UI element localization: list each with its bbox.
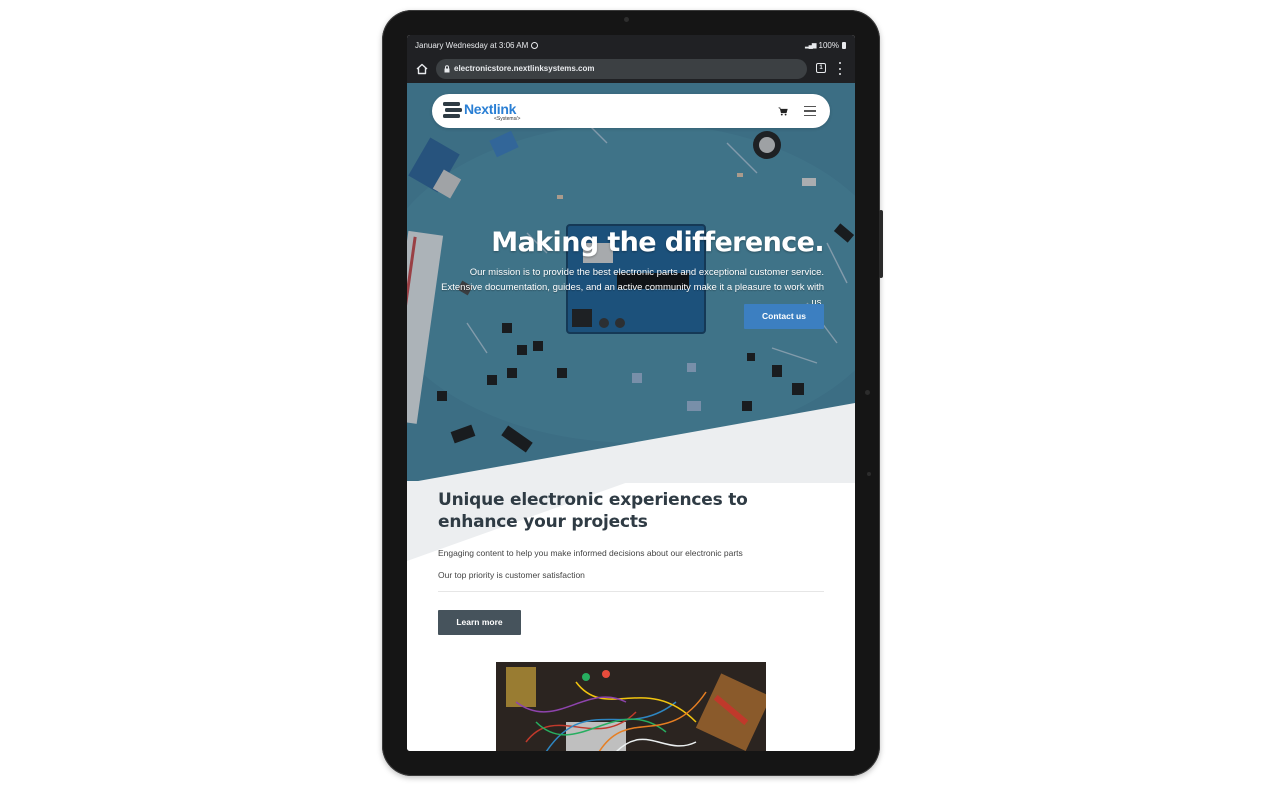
logo-wordmark[interactable]: Nextlink <box>464 101 516 117</box>
site-navbar: Nextlink <Systems/> <box>432 94 830 128</box>
home-icon[interactable] <box>415 62 429 76</box>
cart-icon[interactable] <box>778 107 788 116</box>
hero-section: Nextlink <Systems/> Making the differenc… <box>407 83 855 483</box>
logo-subtitle: <Systems/> <box>494 116 521 122</box>
tabs-count-icon[interactable]: 1 <box>816 63 826 73</box>
lock-icon <box>444 65 450 73</box>
notification-icon <box>531 42 539 49</box>
signal-icon: ▂▄▆ <box>805 43 817 49</box>
learn-more-button[interactable]: Learn more <box>438 610 521 635</box>
status-datetime: January Wednesday at 3:06 AM <box>415 41 529 50</box>
contact-us-button[interactable]: Contact us <box>744 304 824 329</box>
tablet-screen: January Wednesday at 3:06 AM ▂▄▆ 100% el… <box>407 35 855 751</box>
web-page: Nextlink <Systems/> Making the differenc… <box>407 83 855 751</box>
front-camera <box>624 17 629 22</box>
hero-title: Making the difference. <box>491 227 824 258</box>
volume-button <box>879 210 883 278</box>
browser-menu-icon[interactable] <box>839 62 842 75</box>
battery-icon <box>842 42 846 49</box>
url-text: electronicstore.nextlinksystems.com <box>454 64 595 73</box>
section-paragraph: Our top priority is customer satisfactio… <box>438 570 585 580</box>
section-paragraph: Engaging content to help you make inform… <box>438 548 743 558</box>
nextlink-logo-icon[interactable] <box>442 101 464 119</box>
browser-toolbar: electronicstore.nextlinksystems.com 1 <box>407 55 855 83</box>
side-sensor-dot <box>865 390 870 395</box>
electronics-photo <box>496 662 766 751</box>
section-title: Unique electronic experiences to enhance… <box>438 490 748 532</box>
side-sensor-dot <box>867 472 871 476</box>
battery-level: 100% <box>818 41 839 50</box>
section-divider <box>438 591 824 592</box>
address-bar[interactable]: electronicstore.nextlinksystems.com <box>436 59 807 79</box>
status-bar: January Wednesday at 3:06 AM ▂▄▆ 100% <box>407 35 855 55</box>
hamburger-menu-icon[interactable] <box>804 106 816 116</box>
wires-image <box>496 662 766 751</box>
